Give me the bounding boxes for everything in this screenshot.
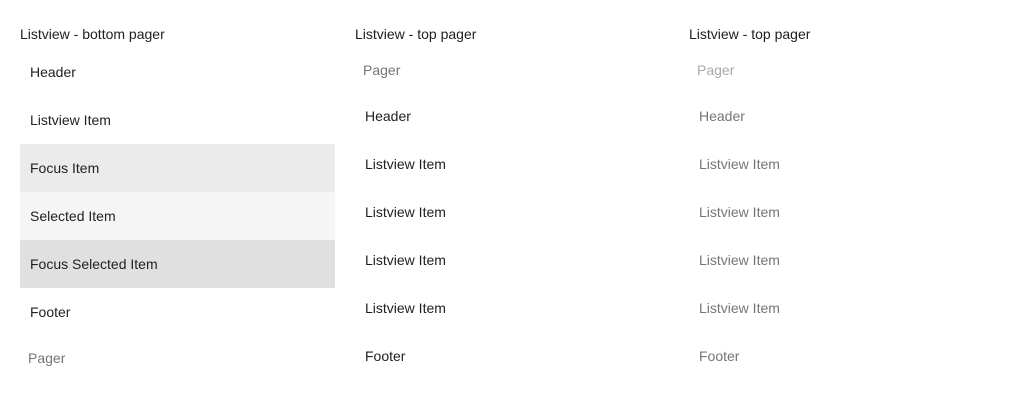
listview-header: Header	[699, 108, 745, 124]
column-title: Listview - top pager	[355, 26, 477, 42]
listview: Header Listview Item Focus Item Selected…	[20, 48, 335, 380]
listview-pager[interactable]: Pager	[355, 48, 670, 92]
listview-item[interactable]: Listview Item	[355, 284, 670, 332]
listview: Pager Header Listview Item Listview Item…	[355, 48, 670, 380]
listview-pager: Pager	[697, 62, 735, 78]
listview-item-focus[interactable]: Focus Item	[20, 144, 335, 192]
listview-footer: Footer	[699, 348, 740, 364]
listview-item[interactable]: Listview Item	[20, 96, 335, 144]
listview-item-selected[interactable]: Selected Item	[20, 192, 335, 240]
listview-footer: Footer	[365, 348, 406, 364]
listview-item[interactable]: Listview Item	[355, 188, 670, 236]
listview-header: Header	[30, 64, 76, 80]
listview: Pager Header Listview Item Listview Item…	[689, 48, 1004, 380]
listview-item-focus-selected[interactable]: Focus Selected Item	[20, 240, 335, 288]
listview-item: Listview Item	[699, 300, 780, 316]
listview-item: Listview Item	[699, 204, 780, 220]
column-title: Listview - bottom pager	[20, 26, 165, 42]
listview-pager[interactable]: Pager	[20, 336, 335, 380]
listview-item: Listview Item	[699, 156, 780, 172]
listview-footer: Footer	[30, 304, 71, 320]
listview-item[interactable]: Listview Item	[355, 236, 670, 284]
listview-item: Listview Item	[699, 252, 780, 268]
listview-header: Header	[365, 108, 411, 124]
listview-item[interactable]: Listview Item	[355, 140, 670, 188]
column-title: Listview - top pager	[689, 26, 811, 42]
